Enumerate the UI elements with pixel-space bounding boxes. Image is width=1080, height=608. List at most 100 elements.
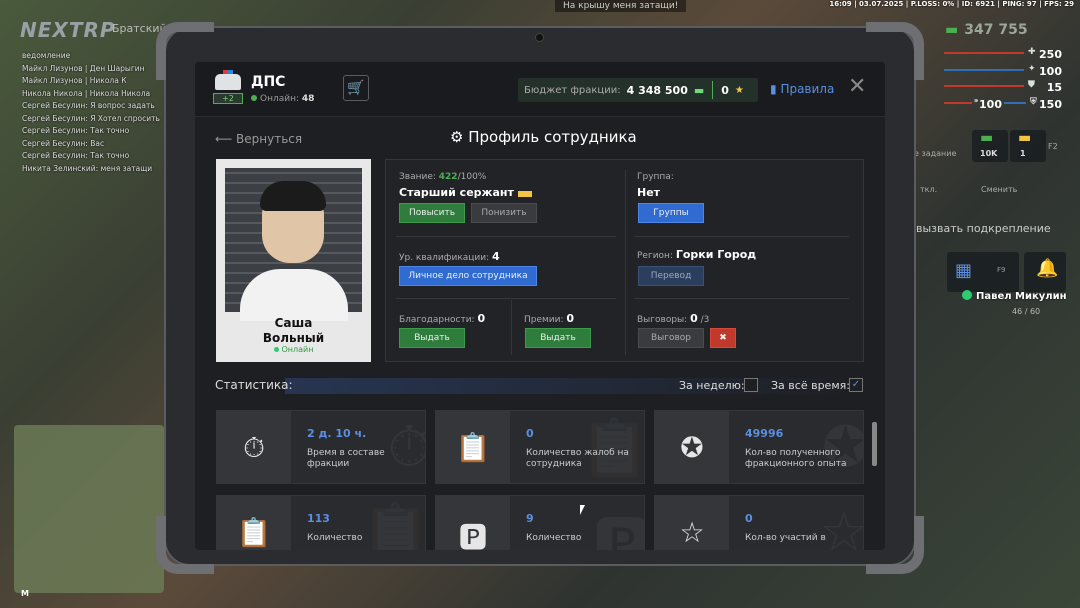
star-icon: ★ <box>734 84 744 96</box>
stat-description: Количество <box>526 533 582 543</box>
chat-line: Сергей Бесулин: Я Хотел спросить <box>22 113 160 123</box>
calendar-icon: ▦ <box>955 260 973 281</box>
exp-icon: ✪ <box>680 431 704 464</box>
budget-value: 4 348 500 <box>626 83 688 97</box>
reward-cash: ▬ 10K <box>972 130 1008 162</box>
demote-button[interactable]: Понизить <box>471 203 537 223</box>
qualification-label: Ур. квалификации: 4 <box>399 250 500 263</box>
stat-value: 0 <box>526 427 534 440</box>
star-icon: ☆ <box>679 516 705 549</box>
stat-card: ✪✪49996Кол-во полученного фракционного о… <box>654 410 864 484</box>
player-hp: 46 / 60 <box>1012 307 1041 316</box>
group-label: Группа: <box>637 172 674 182</box>
player-money: ▬ 347 755 <box>945 22 1028 38</box>
key-f2: F2 <box>1048 142 1058 151</box>
reprimand-button[interactable]: Выговор <box>638 328 704 348</box>
cash-icon: ▬ <box>693 83 705 97</box>
chat-line: Майкл Лизунов | Ден Шарыгин <box>22 63 145 73</box>
hud-notice: На крышу меня затащи! <box>555 0 687 12</box>
rank-label: Звание: 422/100% <box>399 172 487 182</box>
thanks-give-button[interactable]: Выдать <box>399 328 465 348</box>
stat-value: 2 д. 10 ч. <box>307 427 367 440</box>
arrow-left-icon: ⟵ <box>215 132 233 146</box>
faction-budget: Бюджет фракции: 4 348 500 ▬ 0 ★ <box>518 78 758 102</box>
stat-card: ⏱⏱2 д. 10 ч.Время в составе фракции <box>216 410 426 484</box>
remove-reprimand-button[interactable]: ✖ <box>710 328 736 348</box>
chat-line: Майкл Лизунов | Никола К <box>22 76 127 85</box>
stat-description: Количество жалоб на сотрудника <box>526 448 629 469</box>
faction-header: +2 ДПС Онлайн: 48 🛒 Бюджет фракции: 4 34… <box>195 62 885 117</box>
chat-line: Сергей Бесулин: Так точно <box>22 126 130 135</box>
chat-line: Сергей Бесулин: Так точно <box>22 151 130 160</box>
stars-value: 0 <box>721 83 729 97</box>
chat-line: Никита Зелинский: меня затащи <box>22 163 153 173</box>
online-dot-icon <box>251 95 257 101</box>
game-logo: NEXTRP <box>20 18 116 42</box>
scrollbar[interactable] <box>872 422 877 466</box>
task-label: е задание <box>914 149 957 158</box>
chat-line: ведомление <box>22 51 71 60</box>
week-label: За неделю: <box>679 379 745 392</box>
group-value: Нет <box>637 186 661 199</box>
transfer-button[interactable]: Перевод <box>638 266 704 286</box>
region-label: Регион: Горки Город <box>637 248 757 261</box>
personal-case-button[interactable]: Личное дело сотрудника <box>399 266 537 286</box>
employee-last-name: Вольный <box>262 331 325 345</box>
notifications-widget[interactable]: 🔔 <box>1024 252 1066 292</box>
stopwatch-icon: ⏱ <box>243 431 265 464</box>
police-car-icon: +2 <box>213 70 243 104</box>
backup-label: вызвать подкрепление <box>916 222 1051 235</box>
close-button[interactable]: ✕ <box>848 76 866 98</box>
bell-icon: 🔔 <box>1036 258 1059 279</box>
stat-description: Количество <box>307 533 363 543</box>
voice-icon <box>962 290 972 300</box>
stat-description: Кол-во полученного фракционного опыта <box>745 448 847 469</box>
minimap-key: M <box>21 589 29 598</box>
clipboard-icon: 📋 <box>236 516 272 549</box>
bonus-label: Премии: 0 <box>524 312 575 325</box>
calendar-widget[interactable]: ▦ F9 <box>947 252 1019 292</box>
rules-link[interactable]: ▮ Правила <box>770 82 834 96</box>
chat-log: ведомление Майкл Лизунов | Ден Шарыгин Май… <box>22 50 172 175</box>
reward-gold: ▬ 1 <box>1010 130 1046 162</box>
back-button[interactable]: ⟵ Вернуться <box>215 132 302 146</box>
alltime-checkbox[interactable]: ✓ <box>849 378 863 392</box>
stat-card: ☆ ☆ 0 Кол-во участий в <box>654 495 864 550</box>
groups-button[interactable]: Группы <box>638 203 704 223</box>
bonus-give-button[interactable]: Выдать <box>525 328 591 348</box>
promote-button[interactable]: Повысить <box>399 203 465 223</box>
change-label: Сменить <box>981 185 1018 194</box>
minimap <box>14 425 164 593</box>
week-checkbox[interactable] <box>744 378 758 392</box>
reprimand-label: Выговоры: 0 /3 <box>637 312 710 325</box>
tablet-camera <box>535 33 544 42</box>
thanks-label: Благодарности: 0 <box>399 312 486 325</box>
mouse-cursor <box>580 505 585 515</box>
cash-icon: ▬ <box>945 22 959 38</box>
food-icon: ✦ <box>1028 64 1036 74</box>
stat-description: Время в составе фракции <box>307 448 385 469</box>
stats-divider <box>285 378 845 394</box>
user-remove-icon: ✖ <box>719 333 727 343</box>
stat-card: 🅿 🅿 9 Количество <box>435 495 645 550</box>
page-title: ⚙ Профиль сотрудника <box>450 128 637 146</box>
alltime-label: За всё время: <box>771 379 850 392</box>
stat-card: 📋 📋 0 Количество жалоб на сотрудника <box>435 410 645 484</box>
faction-name: ДПС <box>251 74 286 90</box>
stat-value: 0 <box>745 512 753 525</box>
fine-icon: 🅿 <box>458 521 487 550</box>
stat-value: 113 <box>307 512 330 525</box>
stat-description: Кол-во участий в <box>745 533 826 543</box>
employee-photo-card: Саша Вольный Онлайн <box>216 159 371 362</box>
rank-name: Старший сержант <box>399 186 532 199</box>
complaint-icon: 📋 <box>455 431 491 464</box>
chat-line: Сергей Бесулин: Я вопрос задать <box>22 101 155 110</box>
cart-icon: 🛒 <box>347 80 365 96</box>
online-counter: Онлайн: 48 <box>251 94 314 104</box>
stat-card: 📋 📋 113 Количество <box>216 495 426 550</box>
chat-line: Сергей Бесулин: Вас <box>22 138 105 148</box>
tablet-screen: +2 ДПС Онлайн: 48 🛒 Бюджет фракции: 4 34… <box>195 62 885 550</box>
gear-icon: ⚙ <box>450 128 464 146</box>
shop-cart-button[interactable]: 🛒 <box>343 75 369 101</box>
employee-info-panel: Звание: 422/100% Старший сержант Повысит… <box>385 159 864 362</box>
